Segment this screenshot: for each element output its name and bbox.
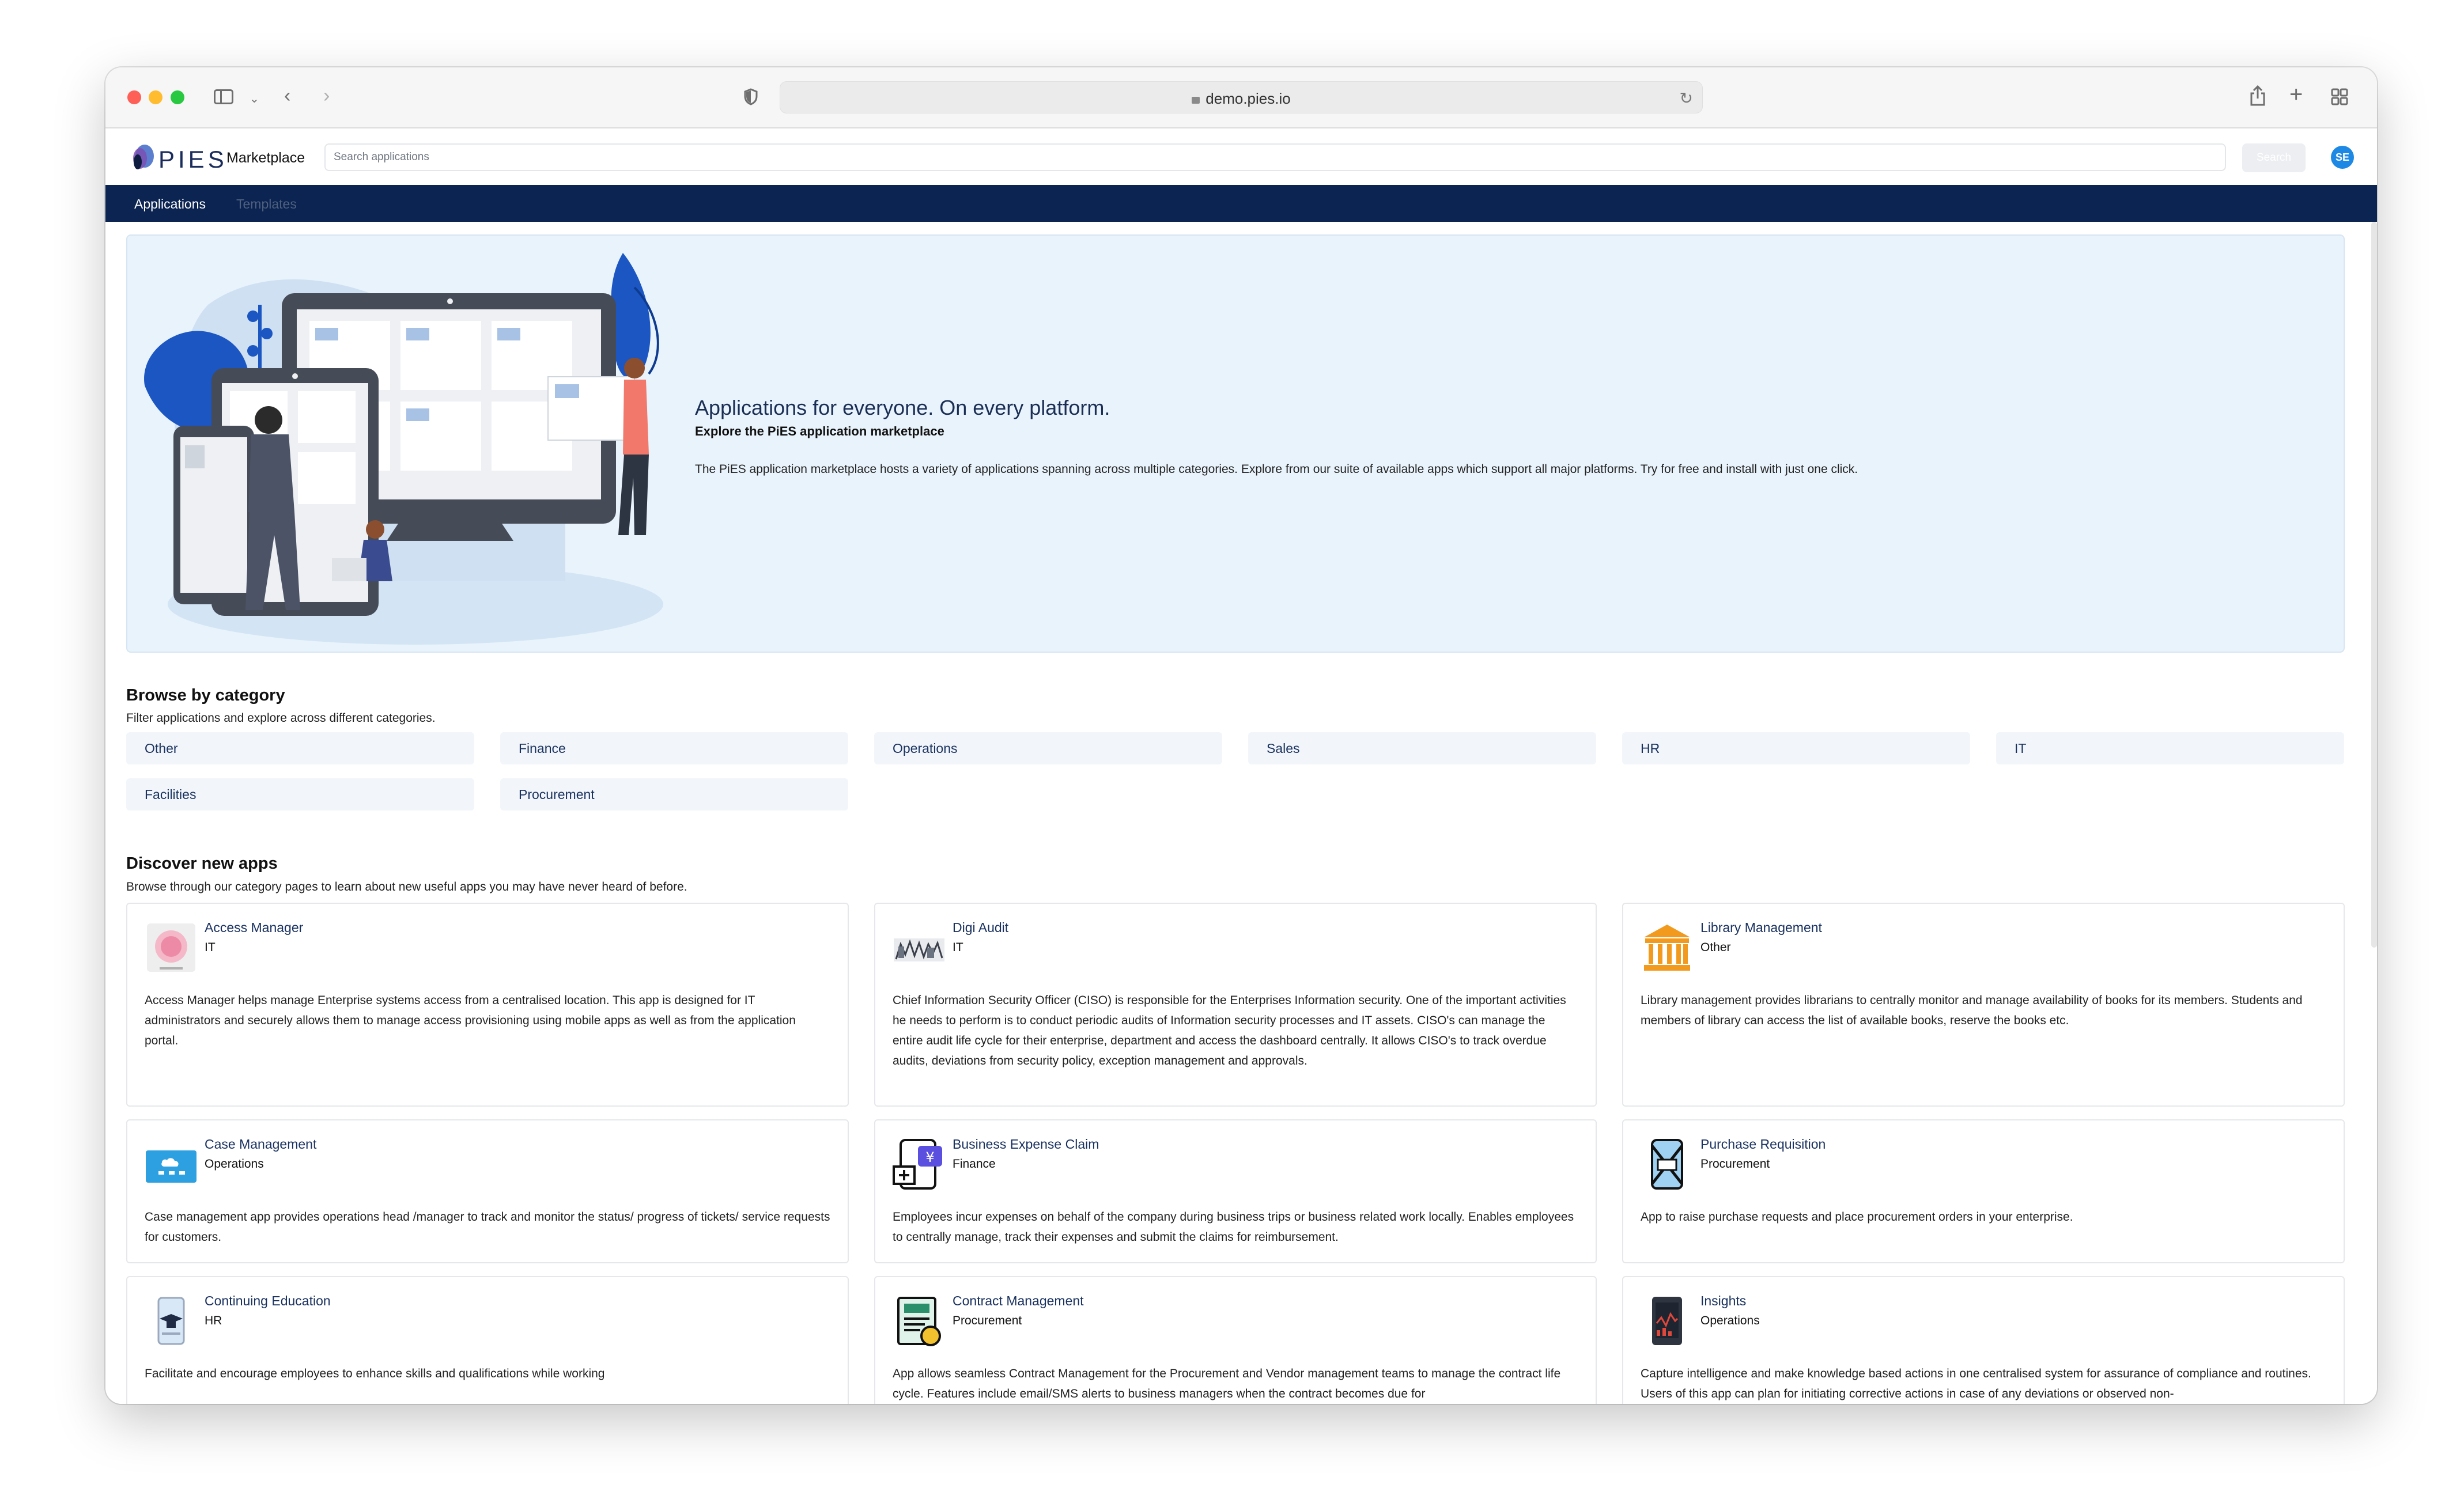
tab-templates[interactable]: Templates <box>236 196 297 212</box>
zoom-window-button[interactable] <box>171 90 184 104</box>
category-operations[interactable]: Operations <box>874 732 1222 764</box>
app-card-library-management[interactable]: Library Management Other Library managem… <box>1622 903 2345 1107</box>
app-title[interactable]: Case Management <box>205 1137 316 1152</box>
purchase-requisition-icon <box>1651 1139 1683 1190</box>
hero-title: Applications for everyone. On every plat… <box>695 396 1110 419</box>
tab-applications[interactable]: Applications <box>134 196 206 212</box>
app-category: Finance <box>953 1157 996 1171</box>
app-title[interactable]: Access Manager <box>205 920 303 936</box>
app-category: Procurement <box>953 1314 1022 1327</box>
app-description: Case management app provides operations … <box>145 1210 830 1244</box>
logo-text: PIES <box>158 146 228 173</box>
app-category: Other <box>1700 941 1731 954</box>
app-card-access-manager[interactable]: Access Manager IT Access Manager helps m… <box>126 903 849 1107</box>
insights-icon <box>1652 1297 1682 1345</box>
app-category: IT <box>205 941 216 954</box>
reload-icon[interactable]: ↻ <box>1680 89 1693 108</box>
search-button[interactable]: Search <box>2242 143 2306 172</box>
digi-audit-icon <box>894 938 944 961</box>
avatar[interactable]: SE <box>2331 146 2354 169</box>
app-description: Chief Information Security Officer (CISO… <box>893 994 1566 1067</box>
app-title[interactable]: Digi Audit <box>953 920 1008 936</box>
back-icon[interactable]: ‹ <box>284 86 290 105</box>
forward-icon[interactable]: › <box>323 86 330 105</box>
hero-subtitle: Explore the PiES application marketplace <box>695 424 944 438</box>
app-title[interactable]: Insights <box>1700 1293 1746 1309</box>
app-title[interactable]: Purchase Requisition <box>1700 1137 1826 1152</box>
category-procurement[interactable]: Procurement <box>500 778 848 811</box>
category-facilities[interactable]: Facilities <box>126 778 474 811</box>
discover-title: Discover new apps <box>126 854 278 873</box>
app-category: Procurement <box>1700 1157 1770 1171</box>
svg-text:¥: ¥ <box>925 1149 934 1165</box>
app-category: Operations <box>1700 1314 1760 1327</box>
category-finance[interactable]: Finance <box>500 732 848 764</box>
app-card-business-expense-claim[interactable]: ¥ Business Expense Claim Finance Employe… <box>874 1119 1597 1263</box>
browser-window: ⌄ ‹ › demo.pies.io ↻ + PIES Marketplace … <box>105 67 2377 1404</box>
tab-overview-icon[interactable] <box>2331 88 2348 108</box>
chevron-down-icon[interactable]: ⌄ <box>250 89 259 109</box>
app-description: Access Manager helps manage Enterprise s… <box>145 994 796 1047</box>
app-description: App to raise purchase requests and place… <box>1641 1210 2073 1224</box>
category-hr[interactable]: HR <box>1622 732 1970 764</box>
browse-category-title: Browse by category <box>126 686 285 705</box>
hero-description: The PiES application marketplace hosts a… <box>695 463 1858 476</box>
url-text: demo.pies.io <box>1205 90 1291 107</box>
new-tab-icon[interactable]: + <box>2289 83 2303 106</box>
app-category: Operations <box>205 1157 264 1171</box>
education-icon <box>157 1297 185 1345</box>
app-card-contract-management[interactable]: Contract Management Procurement App allo… <box>874 1276 1597 1404</box>
app-title[interactable]: Continuing Education <box>205 1293 331 1309</box>
app-title[interactable]: Library Management <box>1700 920 1822 936</box>
pies-logo-icon[interactable] <box>127 141 160 173</box>
main-content: Applications for everyone. On every plat… <box>105 222 2377 1404</box>
minimize-window-button[interactable] <box>149 90 162 104</box>
app-description: Employees incur expenses on behalf of th… <box>893 1210 1574 1244</box>
app-card-insights[interactable]: Insights Operations Capture intelligence… <box>1622 1276 2345 1404</box>
nav-bar: Applications Templates <box>105 185 2377 222</box>
app-title[interactable]: Business Expense Claim <box>953 1137 1099 1152</box>
app-card-purchase-requisition[interactable]: Purchase Requisition Procurement App to … <box>1622 1119 2345 1263</box>
app-description: Capture intelligence and make knowledge … <box>1641 1367 2311 1400</box>
app-description: Facilitate and encourage employees to en… <box>145 1367 605 1380</box>
app-category: HR <box>205 1314 222 1327</box>
library-icon <box>1644 925 1690 971</box>
category-other[interactable]: Other <box>126 732 474 764</box>
hero-banner: Applications for everyone. On every plat… <box>126 234 2345 653</box>
scrollbar[interactable] <box>2371 222 2377 948</box>
marketplace-label[interactable]: Marketplace <box>226 150 305 166</box>
app-title[interactable]: Contract Management <box>953 1293 1084 1309</box>
lock-icon <box>1192 97 1200 104</box>
access-manager-icon <box>147 923 195 972</box>
case-management-icon <box>146 1150 196 1183</box>
app-card-digi-audit[interactable]: Digi Audit IT Chief Information Security… <box>874 903 1597 1107</box>
share-icon[interactable] <box>2249 85 2266 109</box>
expense-claim-icon: ¥ <box>893 1139 942 1190</box>
sidebar-toggle-icon[interactable] <box>214 89 233 104</box>
contract-icon <box>897 1297 941 1346</box>
shield-icon[interactable] <box>744 88 758 105</box>
discover-description: Browse through our category pages to lea… <box>126 880 687 893</box>
app-description: App allows seamless Contract Management … <box>893 1367 1561 1400</box>
browser-toolbar: ⌄ ‹ › demo.pies.io ↻ + <box>105 67 2377 128</box>
app-description: Library management provides librarians t… <box>1641 994 2303 1027</box>
close-window-button[interactable] <box>127 90 141 104</box>
search-input[interactable] <box>324 143 2226 171</box>
app-category: IT <box>953 941 963 954</box>
category-it[interactable]: IT <box>1996 732 2344 764</box>
app-card-continuing-education[interactable]: Continuing Education HR Facilitate and e… <box>126 1276 849 1404</box>
hero-illustration <box>144 253 663 645</box>
url-bar[interactable]: demo.pies.io ↻ <box>780 81 1703 113</box>
app-header: PIES Marketplace Search SE <box>105 128 2377 185</box>
browse-category-description: Filter applications and explore across d… <box>126 711 436 725</box>
category-sales[interactable]: Sales <box>1248 732 1596 764</box>
app-card-case-management[interactable]: Case Management Operations Case manageme… <box>126 1119 849 1263</box>
